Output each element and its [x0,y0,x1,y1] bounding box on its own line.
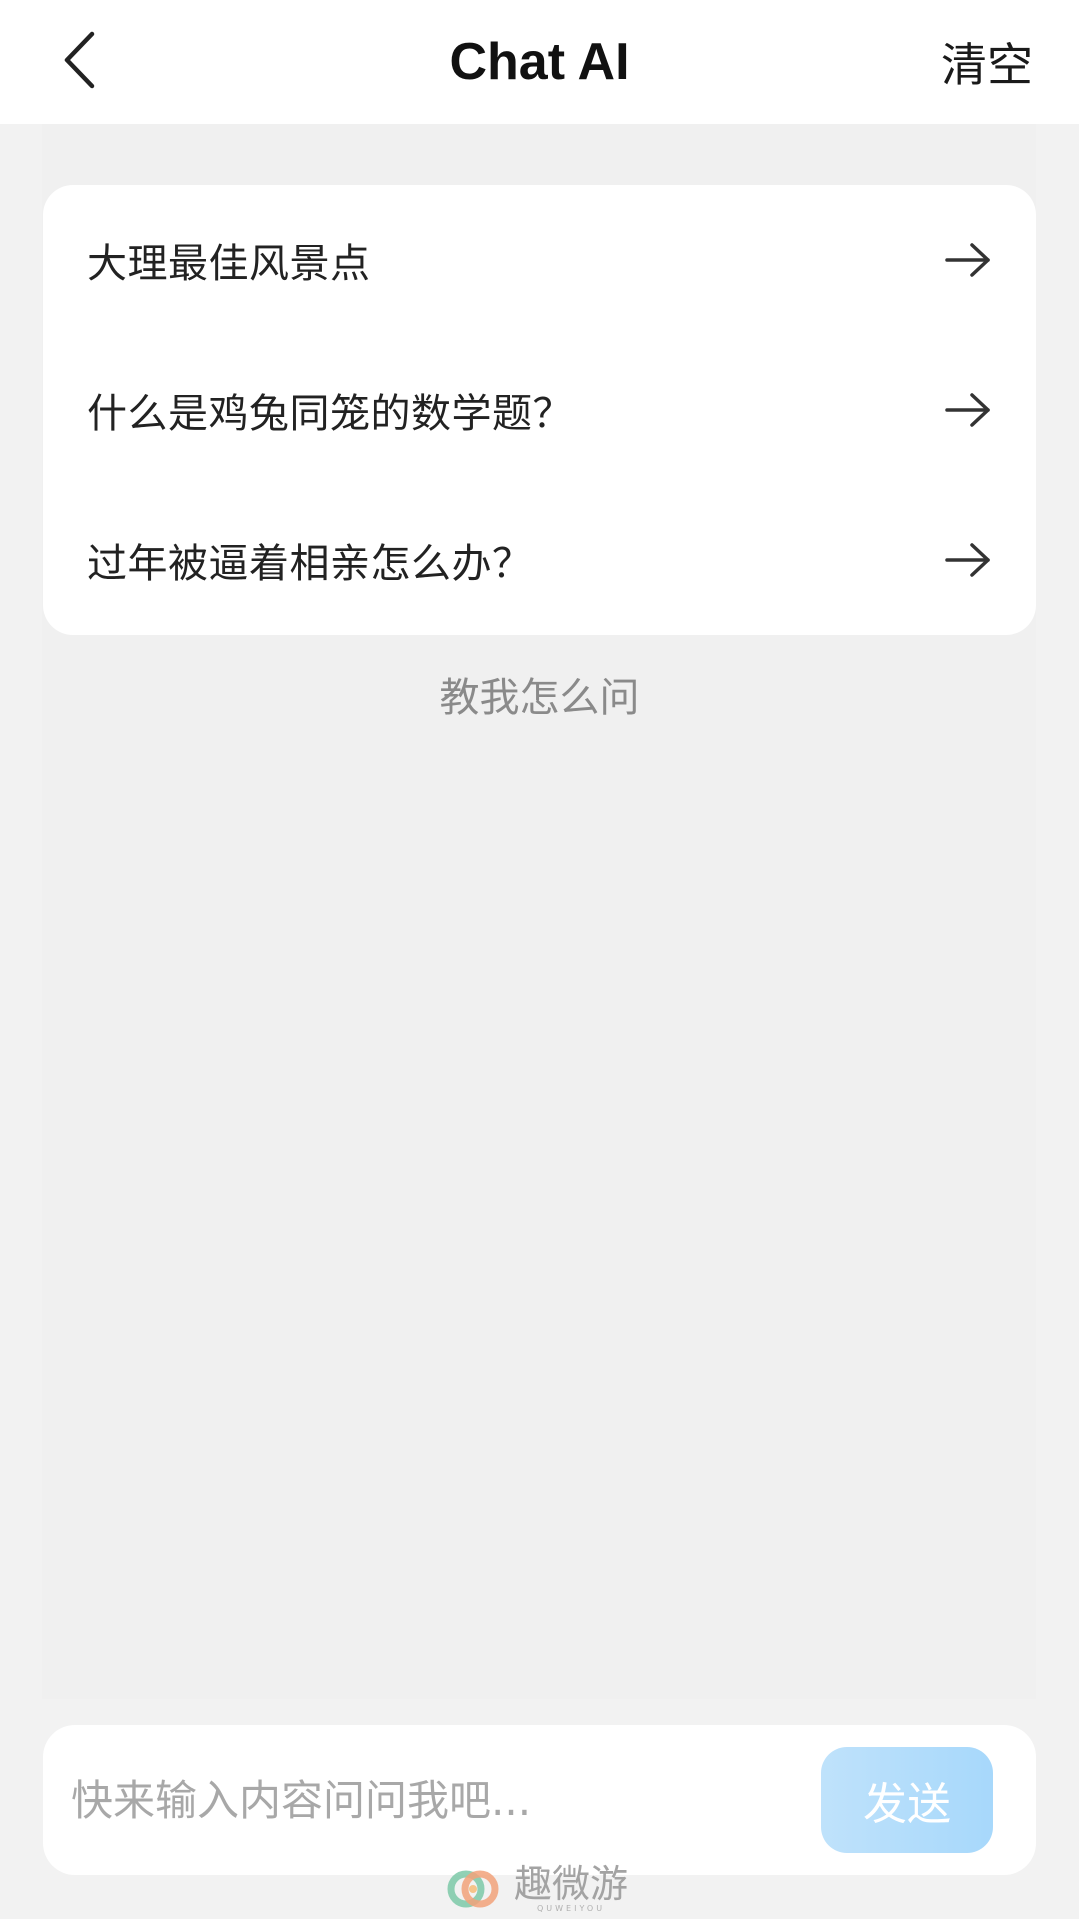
watermark-text: 趣微游 QUWEIYOU [514,1864,628,1914]
page-title: Chat AI [449,33,630,91]
message-composer: 发送 [43,1725,1036,1875]
chevron-left-icon [64,31,95,89]
suggestion-text: 过年被逼着相亲怎么办？ [87,541,533,587]
suggestion-card: 大理最佳风景点 什么是鸡兔同笼的数学题？ 过年被逼着相亲怎么办？ [43,185,1036,635]
suggestion-text: 什么是鸡兔同笼的数学题？ [87,391,573,437]
suggestion-text: 大理最佳风景点 [87,241,371,287]
message-input[interactable] [71,1725,831,1875]
top-bar: Chat AI 清空 [0,0,1079,124]
suggestion-item[interactable]: 大理最佳风景点 [43,185,1036,335]
arrow-right-icon [945,393,990,427]
quweiyou-logo-icon [447,1870,499,1908]
arrow-right-icon [945,243,990,277]
send-button[interactable]: 发送 [821,1747,993,1853]
chat-ai-screen: Chat AI 清空 大理最佳风景点 什么是鸡兔同笼的数学题？ 过年被逼着相亲怎… [0,0,1079,1919]
back-button[interactable] [44,22,114,98]
teach-me-how-to-ask-link[interactable]: 教我怎么问 [0,665,1079,723]
watermark-subtitle: QUWEIYOU [536,1904,606,1913]
suggestion-item[interactable]: 什么是鸡兔同笼的数学题？ [43,335,1036,485]
arrow-right-icon [945,543,990,577]
clear-button[interactable]: 清空 [941,0,1033,124]
watermark-title: 趣微游 [514,1862,629,1906]
watermark: 趣微游 QUWEIYOU [446,1862,628,1916]
suggestion-item[interactable]: 过年被逼着相亲怎么办？ [43,485,1036,635]
